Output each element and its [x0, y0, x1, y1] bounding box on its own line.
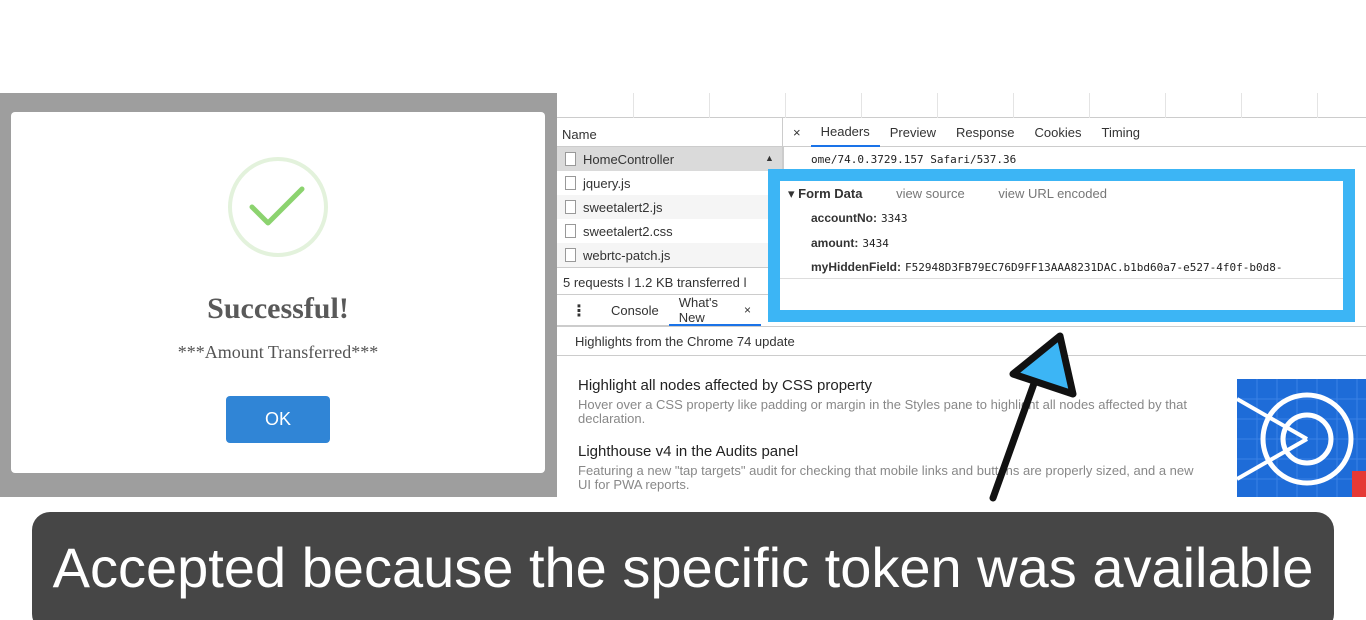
dialog-message: ***Amount Transferred*** [177, 342, 379, 362]
tab-response[interactable]: Response [946, 118, 1025, 147]
tab-timing[interactable]: Timing [1092, 118, 1151, 147]
request-row[interactable]: sweetalert2.css [557, 219, 783, 243]
feature-thumbnail [1237, 379, 1366, 497]
close-icon[interactable]: × [783, 125, 811, 140]
request-name: sweetalert2.css [583, 223, 673, 239]
drawer-tabs: ⋮ Console What's New × [557, 294, 761, 326]
scroll-up-icon[interactable]: ▲ [765, 153, 774, 163]
field-key: accountNo: [811, 211, 877, 225]
form-field-hidden: myHiddenField: F52948D3FB79EC76D9FF13AAA8… [811, 260, 1283, 274]
view-source-link[interactable]: view source [896, 186, 965, 201]
file-icon [565, 152, 576, 166]
request-name: jquery.js [583, 175, 631, 191]
annotation-arrow-icon [989, 332, 1077, 502]
form-data-header: ▾ Form Data view source view URL encoded [788, 186, 1107, 202]
modal-overlay: Successful! ***Amount Transferred*** OK [0, 93, 557, 497]
highlights-header: Highlights from the Chrome 74 update [557, 327, 1366, 356]
close-icon[interactable]: × [744, 303, 751, 317]
devtools-panel: Name HomeController jquery.js sweetalert… [557, 93, 1366, 497]
whats-new-item[interactable]: Lighthouse v4 in the Audits panel Featur… [578, 443, 1198, 492]
request-row[interactable]: jquery.js [557, 171, 783, 195]
caption-banner: Accepted because the specific token was … [32, 512, 1334, 620]
file-icon [565, 176, 576, 190]
tab-preview[interactable]: Preview [880, 118, 946, 147]
view-url-encoded-link[interactable]: view URL encoded [998, 186, 1107, 201]
request-name: HomeController [583, 151, 675, 167]
request-name: webrtc-patch.js [583, 247, 671, 263]
tab-cookies[interactable]: Cookies [1025, 118, 1092, 147]
form-data-highlight: ▾ Form Data view source view URL encoded… [768, 169, 1355, 322]
field-key: myHiddenField: [811, 260, 902, 274]
network-timeline[interactable] [557, 93, 1366, 118]
field-key: amount: [811, 236, 859, 250]
dialog-title: Successful! [207, 292, 349, 325]
checkmark-icon [228, 157, 328, 257]
network-status-bar: 5 requests ǀ 1.2 KB transferred ǀ [557, 267, 783, 295]
file-icon [565, 200, 576, 214]
success-dialog: Successful! ***Amount Transferred*** OK [11, 112, 545, 473]
request-details-tabs: × Headers Preview Response Cookies Timin… [783, 118, 1366, 147]
more-options-icon[interactable]: ⋮ [557, 301, 601, 321]
request-row[interactable]: sweetalert2.js [557, 195, 783, 219]
whats-new-title: Highlight all nodes affected by CSS prop… [578, 377, 873, 394]
request-row[interactable]: webrtc-patch.js [557, 243, 783, 267]
tab-headers[interactable]: Headers [810, 118, 880, 147]
file-icon [565, 248, 576, 262]
request-name: sweetalert2.js [583, 199, 663, 215]
tab-console[interactable]: Console [601, 296, 669, 326]
divider [780, 278, 1343, 279]
user-agent-header: ome/74.0.3729.157 Safari/537.36 [811, 153, 1017, 166]
field-value: 3343 [881, 212, 908, 225]
form-field-account: accountNo: 3343 [811, 211, 908, 225]
whats-new-description: Hover over a CSS property like padding o… [578, 397, 1187, 426]
whats-new-item[interactable]: Highlight all nodes affected by CSS prop… [578, 377, 1198, 426]
file-icon [565, 224, 576, 238]
field-value: 3434 [862, 237, 889, 250]
whats-new-title: Lighthouse v4 in the Audits panel [578, 443, 799, 460]
form-field-amount: amount: 3434 [811, 236, 889, 250]
name-column-header[interactable]: Name [557, 118, 783, 147]
request-row[interactable]: HomeController [557, 147, 783, 171]
request-list: HomeController jquery.js sweetalert2.js … [557, 147, 783, 267]
ok-button[interactable]: OK [226, 396, 330, 443]
caption-text: Accepted because the specific token was … [52, 536, 1314, 599]
tab-whats-new[interactable]: What's New × [668, 294, 761, 326]
field-value: F52948D3FB79EC76D9FF13AAA8231DAC.b1bd60a… [905, 261, 1283, 274]
whats-new-description: Featuring a new "tap targets" audit for … [578, 463, 1194, 492]
tab-whats-new-label: What's New [678, 294, 719, 325]
form-data-toggle[interactable]: ▾ Form Data [788, 186, 862, 201]
